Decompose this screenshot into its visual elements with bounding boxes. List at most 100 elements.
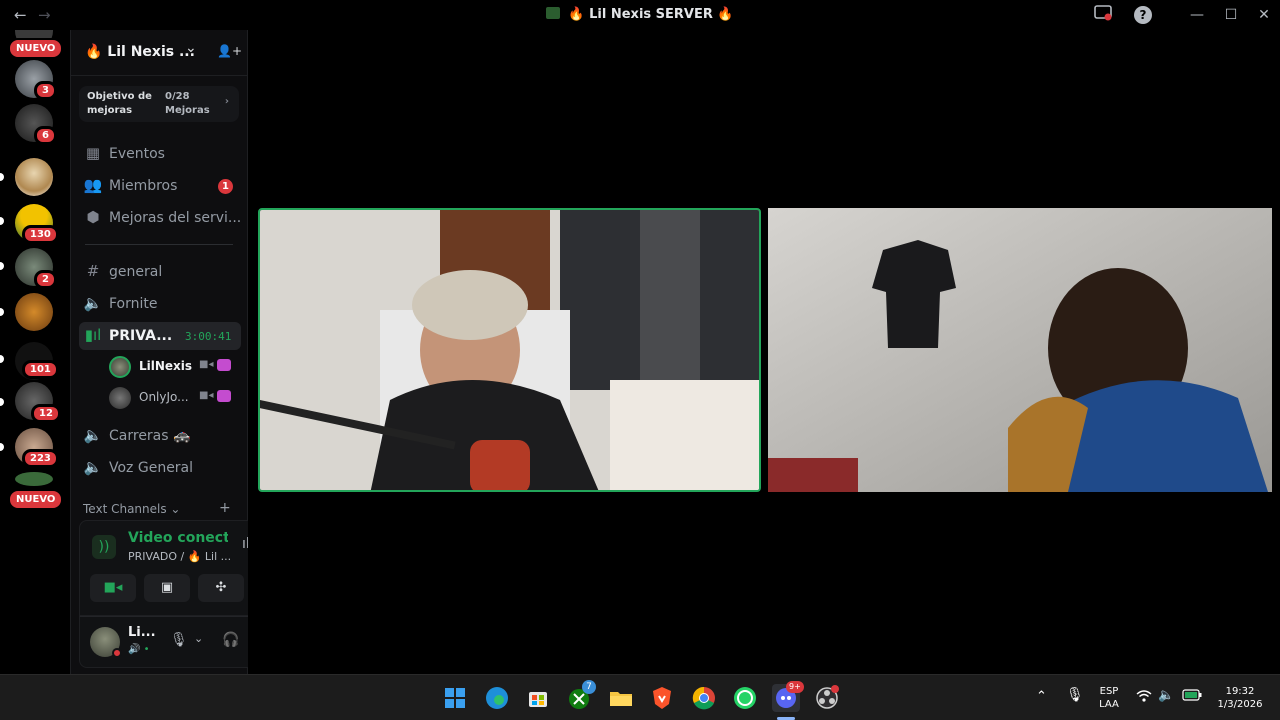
xbox-badge: 7 [582,680,596,694]
microphone-icon[interactable]: 🎙 [170,632,188,648]
unread-indicator [0,443,4,451]
webcam-feed-image [768,208,1272,492]
unread-indicator [0,217,4,225]
server-icon[interactable] [15,293,53,331]
camera-icon: ■◂ [199,390,214,401]
voice-member[interactable]: OnlyJo... ■◂ [109,386,239,410]
channel-general[interactable]: # general [79,258,241,286]
speaker-icon: 🔈 [83,458,103,476]
live-icon [217,390,231,402]
unread-indicator [0,398,4,406]
channel-privado[interactable]: ▮ıl PRIVA... 3:00:41 [79,322,241,350]
notification-badge: 101 [22,360,59,379]
close-icon[interactable]: ✕ [1254,5,1274,25]
speaker-icon: 🔈 [83,426,103,444]
notification-badge: 223 [22,449,59,468]
brave-browser-icon[interactable] [648,684,676,712]
clock-time: 19:32 [1225,686,1255,697]
maximize-icon[interactable]: ☐ [1221,5,1241,25]
server-icon[interactable] [15,472,53,486]
chevron-right-icon: › [224,96,229,107]
title-bar: ← → 🔥 Lil Nexis SERVER 🔥 ? — ☐ ✕ [0,0,1280,30]
unread-indicator [0,262,4,270]
channel-fornite[interactable]: 🔈 Fornite [79,290,241,318]
boost-goal-card[interactable]: Objetivo de mejoras 0/28 Mejoras › [79,86,239,122]
user-status: 🔊 • [128,644,150,655]
microphone-icon[interactable]: 🎙 [1066,688,1084,702]
channel-voz-general[interactable]: 🔈 Voz General [79,454,241,482]
calendar-icon: ▦ [85,144,101,162]
language-indicator[interactable]: ESP LAA [1094,685,1124,711]
video-stage [248,30,1280,674]
minimize-icon[interactable]: — [1187,5,1207,25]
camera-button[interactable]: ■◂ [90,574,136,602]
activities-button[interactable]: ✣ [198,574,244,602]
new-badge: NUEVO [8,489,64,510]
notification-badge: 130 [22,225,59,244]
chevron-down-icon[interactable]: ⌄ [185,40,197,56]
voice-member[interactable]: LilNexis ■◂ [109,355,239,379]
store-icon[interactable] [524,684,552,712]
voice-status[interactable]: Video conectado [128,530,228,546]
discord-icon[interactable]: 9+ [772,681,804,712]
menu-members[interactable]: 👥 Miembros 1 [79,172,241,200]
avatar [109,387,131,409]
file-explorer-icon[interactable] [607,684,635,712]
server-icon[interactable] [15,158,53,196]
notification-badge: 2 [34,270,57,289]
xbox-icon[interactable]: 7 [566,680,596,712]
screen-share-button[interactable]: ▣ [144,574,190,602]
invite-icon[interactable]: 👤+ [217,44,242,58]
chevron-down-icon[interactable]: ⌄ [194,632,203,645]
username[interactable]: Li... [128,625,156,640]
menu-boosts[interactable]: ⬢ Mejoras del servi... [79,204,241,232]
voice-location[interactable]: PRIVADO / 🔥 Lil ... [128,550,231,563]
help-icon[interactable]: ? [1134,6,1152,24]
chrome-browser-icon[interactable] [690,684,718,712]
unread-indicator [0,308,4,316]
clock-date: 1/3/2026 [1217,699,1263,710]
whatsapp-icon[interactable] [731,684,759,712]
new-badge: NUEVO [8,38,64,59]
server-logo-icon [546,7,561,19]
headphones-icon[interactable]: 🎧 [222,632,239,648]
channel-carreras[interactable]: 🔈 Carreras 🚓 [79,422,241,450]
taskbar: 7 9+ ⌃ 🎙 ESP LAA 🔈 19:32 1/3/2026 [0,674,1280,720]
divider [85,244,233,245]
dnd-status-icon [112,648,122,658]
video-tile[interactable] [258,208,761,492]
windows-start-icon[interactable] [441,684,469,712]
camera-icon: ■◂ [199,359,214,370]
keyboard-layout: LAA [1099,699,1119,710]
add-channel-icon[interactable]: + [219,500,231,516]
menu-events[interactable]: ▦ Eventos [79,140,241,168]
speaker-icon: 🔈 [83,294,103,312]
signal-icon: )) [92,535,116,559]
call-timer: 3:00:41 [185,330,232,343]
boost-progress: 0/28 Mejoras [165,91,210,116]
edge-browser-icon[interactable] [483,684,511,712]
wifi-icon[interactable] [1136,689,1152,706]
notification-badge: 6 [34,126,57,145]
volume-icon[interactable]: 🔈 [1158,689,1174,702]
inbox-icon[interactable] [1093,5,1113,25]
hashtag-icon: # [86,262,100,280]
webcam-feed-image [260,210,759,490]
video-tile[interactable] [768,208,1272,492]
server-name[interactable]: 🔥 Lil Nexis ... [85,44,195,60]
members-icon: 👥 [83,176,103,194]
boost-gem-icon: ⬢ [86,208,100,226]
battery-icon[interactable] [1182,689,1202,705]
obs-studio-icon[interactable] [813,684,841,712]
boost-goal-label: Objetivo de mejoras [87,91,152,116]
unread-indicator [0,355,4,363]
show-hidden-icons-icon[interactable]: ⌃ [1036,690,1047,703]
clock[interactable]: 19:32 1/3/2026 [1210,685,1270,711]
text-channels-header[interactable]: Text Channels ⌄ [83,502,180,516]
notification-badge: 12 [31,404,61,423]
server-header[interactable]: 🔥 Lil Nexis ... ⌄ 👤+ [71,30,247,76]
avatar [109,356,131,378]
notification-badge: 3 [34,81,57,100]
live-icon [217,359,231,371]
discord-badge: 9+ [786,681,804,693]
